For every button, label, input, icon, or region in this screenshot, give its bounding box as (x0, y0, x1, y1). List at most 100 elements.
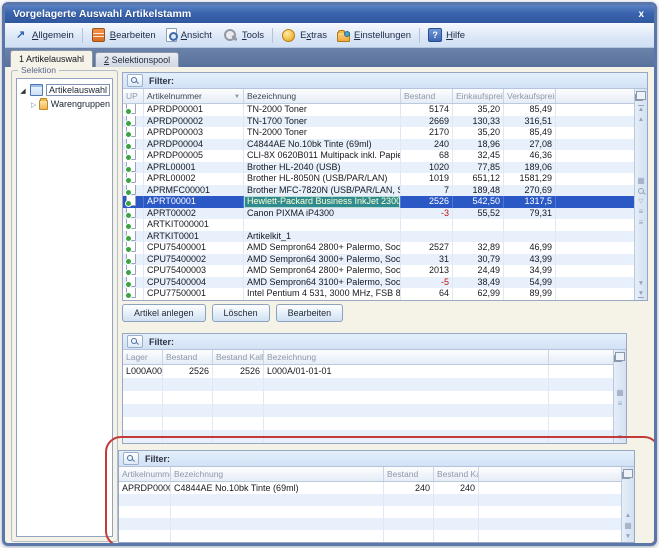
column-chooser-icon[interactable] (623, 469, 633, 478)
table-row[interactable]: ARTKIT0001Artikelkit_1 (123, 231, 634, 243)
cell-bez[interactable]: Intel Pentium 4 531, 3000 MHz, FSB 800 M… (244, 288, 401, 300)
cell-empty[interactable] (556, 104, 634, 116)
cell-bez[interactable]: AMD Sempron64 3000+ Palermo, Sockel 754 (244, 254, 401, 266)
cell-empty[interactable] (556, 116, 634, 128)
cell-nr[interactable]: APRT00002 (144, 208, 244, 220)
cell-bestand[interactable] (401, 219, 453, 231)
cell-empty[interactable] (549, 404, 613, 417)
cell-ek[interactable]: 32,45 (453, 150, 504, 162)
cell-nr[interactable]: ARTKIT000001 (144, 219, 244, 231)
column-header-bestand[interactable]: Bestand (401, 89, 453, 103)
cell-kalk[interactable] (213, 430, 264, 443)
cell-empty[interactable] (549, 417, 613, 430)
scroll-up-icon[interactable] (625, 512, 631, 519)
cell-nr[interactable]: APRDP00002 (144, 116, 244, 128)
scroll-down-icon[interactable] (617, 434, 623, 441)
cell-vk[interactable]: 189,06 (504, 162, 556, 174)
cell-vk[interactable]: 43,99 (504, 254, 556, 266)
cell-bez[interactable] (264, 417, 549, 430)
column-header-bestand[interactable]: Bestand (384, 467, 434, 481)
cell-empty[interactable] (479, 518, 621, 530)
cell-bestand[interactable] (163, 404, 213, 417)
cell-nr[interactable] (119, 530, 171, 542)
table-row[interactable]: ARTKIT000001 (123, 219, 634, 231)
cell-bestand[interactable]: 68 (401, 150, 453, 162)
cell-ek[interactable]: 651,12 (453, 173, 504, 185)
cell-empty[interactable] (556, 288, 634, 300)
cell-nr[interactable]: CPU75400004 (144, 277, 244, 289)
cell-up[interactable] (123, 231, 144, 243)
search-icon[interactable] (638, 188, 645, 195)
cell-vk[interactable]: 85,49 (504, 127, 556, 139)
cell-bestand[interactable]: 1020 (401, 162, 453, 174)
cell-bestand[interactable] (163, 417, 213, 430)
cell-bez[interactable]: Canon PIXMA iP4300 (244, 208, 401, 220)
cell-vk[interactable] (504, 219, 556, 231)
cell-bez[interactable]: AMD Sempron64 2800+ Palermo, Sockel 754,… (244, 242, 401, 254)
cell-ek[interactable]: 32,89 (453, 242, 504, 254)
cell-ek[interactable]: 55,52 (453, 208, 504, 220)
cell-vk[interactable]: 54,99 (504, 277, 556, 289)
cell-lager[interactable] (123, 378, 163, 391)
menu-item-ansicht[interactable]: Ansicht (161, 26, 217, 44)
cell-bestand[interactable]: 2527 (401, 242, 453, 254)
tab-2-selektionspool[interactable]: 2 Selektionspool (95, 52, 179, 68)
cell-up[interactable] (123, 265, 144, 277)
cell-nr[interactable]: CPU75400002 (144, 254, 244, 266)
cell-up[interactable] (123, 127, 144, 139)
cell-vk[interactable]: 89,99 (504, 288, 556, 300)
column-header-artikelnummer[interactable]: Artikelnummer (144, 89, 244, 103)
cell-bestand[interactable]: 2013 (401, 265, 453, 277)
column-header-up[interactable]: UP (123, 89, 144, 103)
cell-bestand[interactable]: 2669 (401, 116, 453, 128)
cell-up[interactable] (123, 104, 144, 116)
cell-empty[interactable] (549, 365, 613, 378)
table-row[interactable] (119, 506, 621, 518)
table-row[interactable]: APRDP00003TN-2000 Toner217035,2085,49 (123, 127, 634, 139)
cell-ek[interactable]: 38,49 (453, 277, 504, 289)
scroll-down-icon[interactable] (625, 533, 631, 540)
cell-bez[interactable]: Hewlett-Packard Business InkJet 2300DTN … (244, 196, 401, 208)
scroll-down-icon[interactable] (638, 280, 644, 287)
cell-bestand[interactable]: 7 (401, 185, 453, 197)
cell-up[interactable] (123, 288, 144, 300)
table-row[interactable]: APRT00001Hewlett-Packard Business InkJet… (123, 196, 634, 208)
list-icon[interactable] (639, 219, 644, 227)
table-row[interactable] (119, 494, 621, 506)
menu-item-hilfe[interactable]: Hilfe (423, 26, 470, 44)
cell-empty[interactable] (556, 173, 634, 185)
cell-bez[interactable] (264, 404, 549, 417)
cell-bez[interactable] (264, 391, 549, 404)
cell-empty[interactable] (556, 162, 634, 174)
table-row[interactable] (123, 404, 613, 417)
cell-up[interactable] (123, 139, 144, 151)
column-header-einkaufspreis[interactable]: Einkaufspreis (453, 89, 504, 103)
cell-nr[interactable]: APRL00002 (144, 173, 244, 185)
cell-nr[interactable]: APRDP00003 (144, 127, 244, 139)
cell-vk[interactable]: 46,36 (504, 150, 556, 162)
expander-icon[interactable] (31, 99, 36, 109)
cell-bestand[interactable]: 240 (401, 139, 453, 151)
cell-empty[interactable] (556, 231, 634, 243)
cell-empty[interactable] (479, 482, 621, 494)
scroll-up-icon[interactable] (638, 116, 644, 123)
cell-kalk[interactable] (213, 417, 264, 430)
cell-nr[interactable]: APRMFC00001 (144, 185, 244, 197)
cell-vk[interactable]: 46,99 (504, 242, 556, 254)
cell-bestand[interactable] (384, 530, 434, 542)
cell-lager[interactable] (123, 391, 163, 404)
cell-ek[interactable]: 18,96 (453, 139, 504, 151)
cell-bestand[interactable]: -5 (401, 277, 453, 289)
cell-bez[interactable] (264, 378, 549, 391)
cell-bez[interactable]: C4844AE No.10bk Tinte (69ml) (244, 139, 401, 151)
view-grid-icon[interactable] (624, 522, 632, 530)
column-header-bestand-kalk[interactable]: Bestand Kalk. (434, 467, 479, 481)
table-row[interactable]: APRDP00004C4844AE No.10bk Tinte (69ml)24… (123, 139, 634, 151)
cell-bez[interactable]: Brother MFC-7820N (USB/PAR/LAN, Scannen,… (244, 185, 401, 197)
cell-empty[interactable] (556, 208, 634, 220)
table-row[interactable] (119, 518, 621, 530)
cell-lager[interactable] (123, 404, 163, 417)
table-row[interactable] (123, 378, 613, 391)
column-chooser-icon[interactable] (615, 352, 625, 361)
cell-bez[interactable] (244, 219, 401, 231)
